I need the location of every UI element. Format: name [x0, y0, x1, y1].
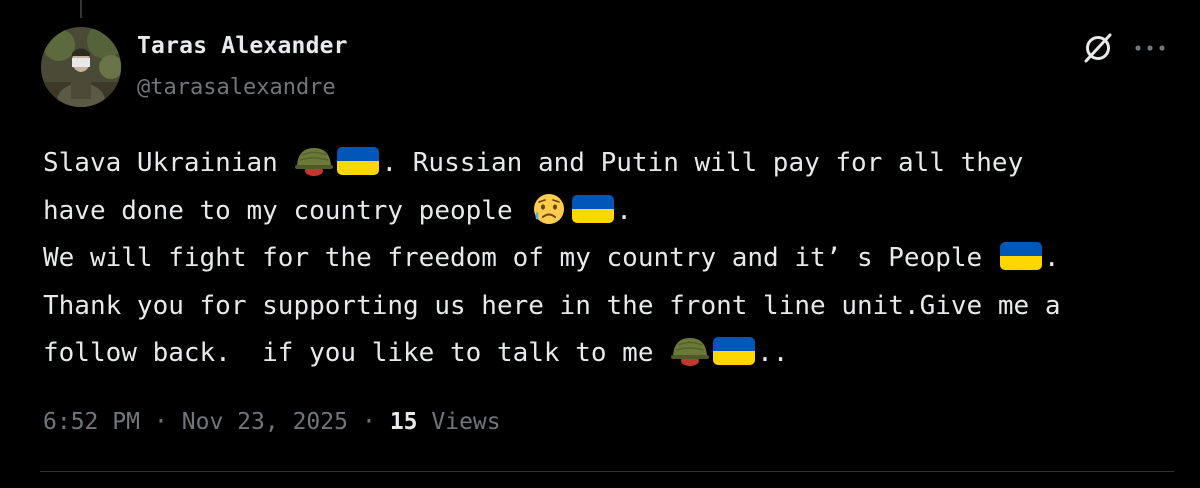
tweet-text-segment: . Russian and Putin will pay for all the…	[381, 148, 1024, 178]
tweet-text-segment: We will fight for the freedom of my coun…	[43, 243, 998, 273]
tweet-text: Slava Ukrainian . Russian and Putin will…	[43, 140, 1183, 378]
soldier-avatar-icon	[41, 27, 121, 107]
avatar[interactable]	[41, 27, 121, 107]
tweet-text-segment: ..	[757, 338, 789, 368]
tweet-divider	[40, 471, 1174, 472]
meta-separator: ·	[153, 409, 168, 435]
tweet-line: We will fight for the freedom of my coun…	[43, 235, 1183, 283]
flag-ukraine-icon	[713, 337, 756, 365]
flag-ukraine-icon	[572, 194, 615, 223]
sad-but-relieved-face-icon	[534, 193, 565, 224]
tweet-text-segment: Slava Ukrainian	[43, 148, 294, 178]
tweet-line: follow back. if you like to talk to me .…	[43, 330, 1183, 378]
tweet-text-segment: follow back. if you like to talk to me	[43, 338, 670, 368]
tweet-text-segment: .	[1043, 243, 1060, 273]
tweet-text-segment: Thank you for supporting us here in the …	[43, 290, 1061, 321]
author-handle[interactable]: @tarasalexandre	[137, 75, 336, 100]
military-helmet-icon	[295, 148, 334, 176]
military-helmet-icon	[671, 338, 710, 366]
tweet-date[interactable]: Nov 23, 2025	[182, 409, 348, 435]
tweet-line: have done to my country people .	[43, 188, 1183, 236]
flag-ukraine-icon	[337, 147, 380, 175]
author-display-name[interactable]: Taras Alexander	[137, 33, 348, 59]
views-count: 15	[389, 409, 418, 435]
more-dots-icon[interactable]	[1133, 40, 1167, 56]
tweet-metadata: 6:52 PM · Nov 23, 2025 · 15 Views	[43, 409, 501, 435]
thread-connector-line	[80, 0, 82, 18]
tweet-time[interactable]: 6:52 PM	[43, 409, 140, 435]
grok-icon[interactable]	[1081, 31, 1115, 65]
meta-separator: ·	[361, 409, 376, 435]
flag-ukraine-icon	[999, 242, 1042, 270]
tweet-line: Slava Ukrainian . Russian and Putin will…	[43, 140, 1183, 188]
tweet-line: Thank you for supporting us here in the …	[43, 283, 1183, 331]
tweet-text-segment: have done to my country people	[43, 195, 529, 226]
tweet-text-segment: .	[616, 195, 632, 226]
views-label: Views	[431, 409, 501, 435]
